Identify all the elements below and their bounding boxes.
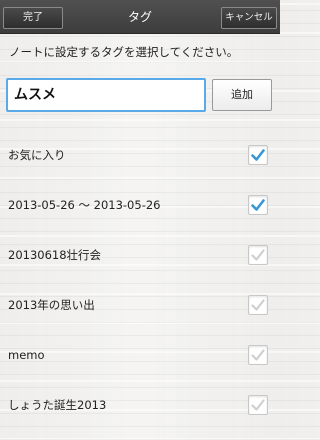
tag-row[interactable]: お気に入り [0,130,280,180]
tag-name-input[interactable]: ムスメ [6,78,206,112]
tag-checkbox[interactable] [248,245,268,265]
done-button[interactable]: 完了 [3,7,63,29]
checkmark-icon [251,399,265,411]
tag-row[interactable]: 2013-05-26 ～ 2013-05-26 [0,180,280,230]
checkmark-icon [251,299,265,311]
tag-checkbox[interactable] [248,395,268,415]
add-tag-button[interactable]: 追加 [212,79,272,111]
tag-label: しょうた誕生2013 [8,398,107,412]
tag-checkbox[interactable] [248,145,268,165]
tag-row[interactable]: memo [0,330,280,380]
tag-checkbox[interactable] [248,195,268,215]
tag-list: お気に入り 2013-05-26 ～ 2013-05-26 20130618壮行会 2… [0,130,280,430]
top-bar: 完了 タグ キャンセル [0,0,280,34]
tag-label: 2013年の思い出 [8,298,95,312]
cancel-button[interactable]: キャンセル [221,7,277,29]
tag-checkbox[interactable] [248,295,268,315]
checkmark-icon [251,249,265,261]
tag-checkbox[interactable] [248,345,268,365]
tag-label: 20130618壮行会 [8,248,102,262]
page-title: タグ [127,10,152,24]
tag-row[interactable]: 20130618壮行会 [0,230,280,280]
tag-label: memo [8,348,45,362]
instruction-text: ノートに設定するタグを選択してください。 [9,45,239,59]
tag-row[interactable]: しょうた誕生2013 [0,380,280,430]
tag-label: お気に入り [8,148,66,162]
tag-row[interactable]: 2013年の思い出 [0,280,280,330]
checkmark-icon [251,149,265,161]
checkmark-icon [251,349,265,361]
tag-label: 2013-05-26 ～ 2013-05-26 [8,198,161,212]
checkmark-icon [251,199,265,211]
